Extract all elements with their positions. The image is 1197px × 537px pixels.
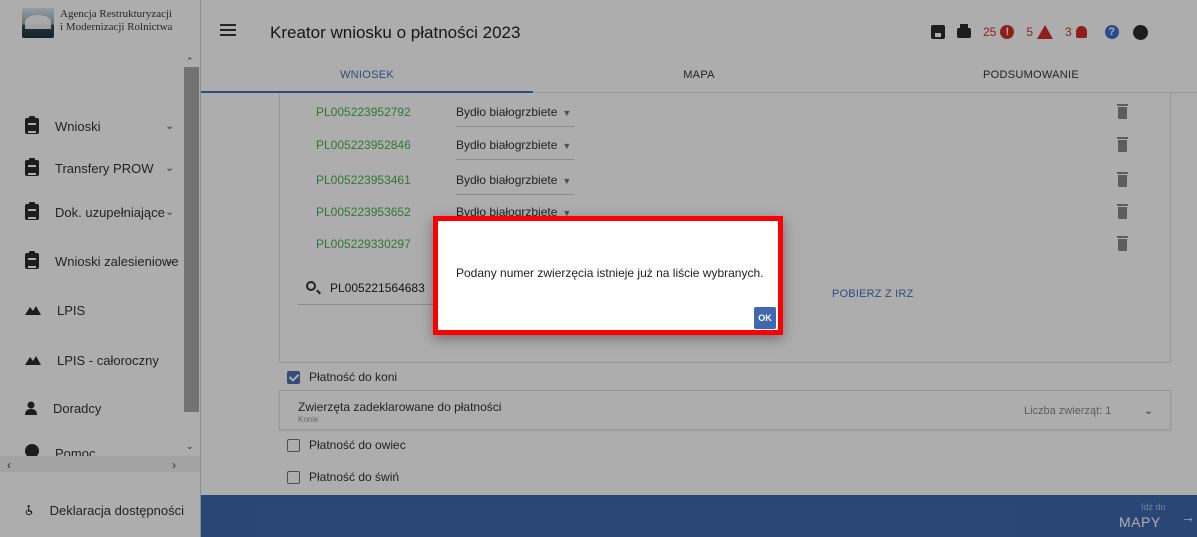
ok-button[interactable]: OK	[754, 307, 776, 329]
dialog-message: Podany numer zwierzęcia istnieje już na …	[456, 266, 764, 280]
alert-dialog: Podany numer zwierzęcia istnieje już na …	[433, 216, 783, 335]
